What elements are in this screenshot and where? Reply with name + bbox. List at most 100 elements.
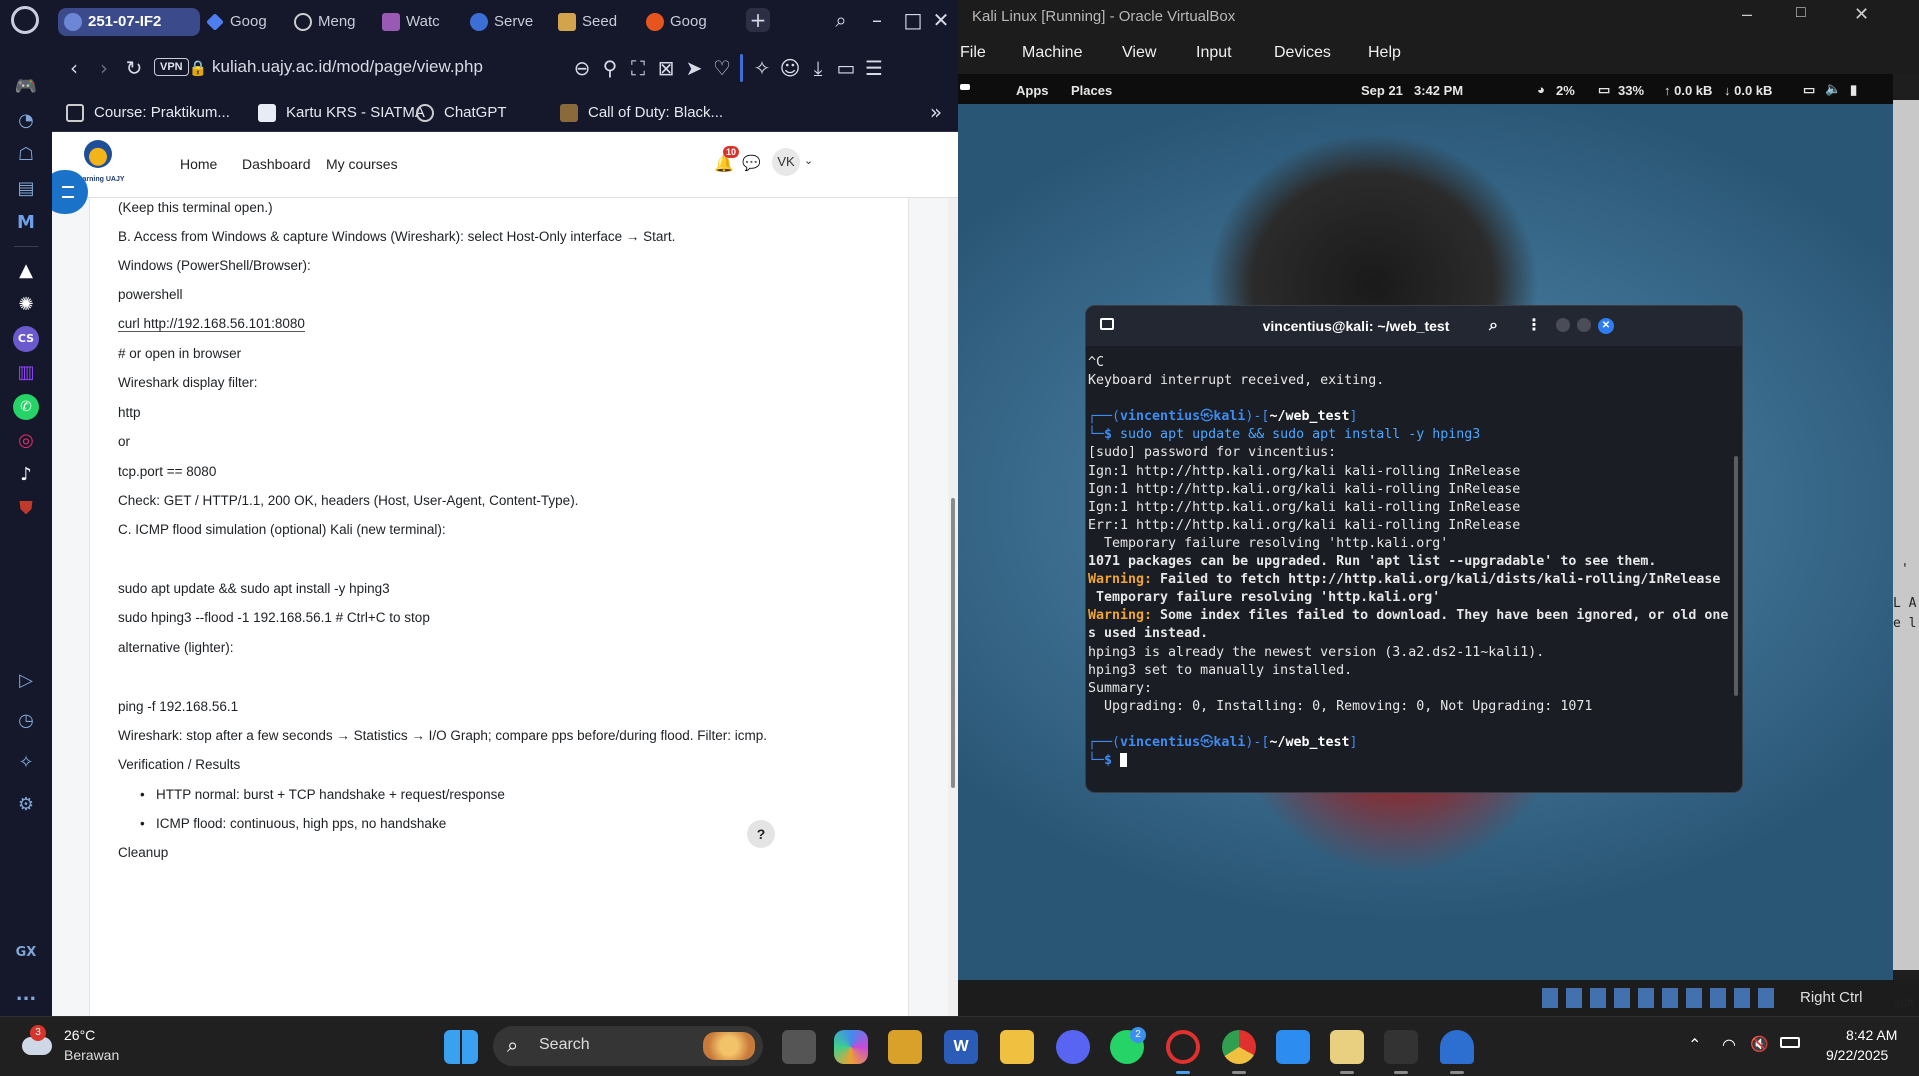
opera-logo-icon[interactable] — [11, 6, 39, 34]
help-button[interactable]: ? — [747, 820, 775, 848]
robot-icon[interactable]: ☖ — [13, 142, 39, 168]
maximize-icon[interactable]: □ — [901, 8, 925, 32]
clock-date[interactable]: 9/22/2025 — [1826, 1047, 1888, 1063]
search-tabs-icon[interactable]: ⌕ — [829, 8, 853, 32]
easy-setup-icon[interactable]: ☰ — [862, 56, 886, 80]
virtualbox-icon[interactable] — [1330, 1030, 1364, 1064]
chatgpt-icon[interactable]: ✺ — [13, 292, 39, 318]
vbox-close-icon[interactable]: ✕ — [1854, 4, 1869, 25]
history-icon[interactable]: ◷ — [13, 708, 39, 734]
nav-home[interactable]: Home — [180, 156, 217, 172]
tab-active[interactable]: 251-07-IF2 — [58, 8, 200, 36]
m-app-icon[interactable]: M — [13, 210, 39, 236]
task-view-icon[interactable] — [782, 1030, 816, 1064]
extensions-toolbar-icon[interactable]: ✧ — [750, 56, 774, 80]
terminal-search-icon[interactable]: ⌕ — [1489, 315, 1498, 335]
chrome-icon[interactable] — [1222, 1030, 1256, 1064]
kali-time[interactable]: 3:42 PM — [1414, 83, 1463, 98]
wireshark-taskbar-icon[interactable] — [1440, 1030, 1474, 1064]
clock-time[interactable]: 8:42 AM — [1846, 1027, 1897, 1043]
reload-icon[interactable]: ↻ — [122, 56, 146, 80]
player-icon[interactable]: ▷ — [13, 668, 39, 694]
volume-icon[interactable]: 🔈 — [1825, 81, 1841, 97]
gx-label[interactable]: GX — [13, 940, 39, 966]
search-box[interactable]: ⌕ Search — [493, 1026, 763, 1066]
terminal-output[interactable]: ^C Keyboard interrupt received, exiting. … — [1088, 354, 1728, 792]
tab[interactable]: Serve — [464, 8, 548, 36]
more-bookmarks-icon[interactable]: » — [924, 100, 948, 124]
menu-help[interactable]: Help — [1368, 44, 1401, 62]
kali-apps-menu[interactable]: Apps — [1016, 83, 1049, 98]
vscode-icon[interactable] — [1276, 1030, 1310, 1064]
windows-terminal-icon[interactable] — [1384, 1030, 1418, 1064]
vbox-minimize-icon[interactable]: – — [1742, 4, 1752, 25]
vpn-badge[interactable]: VPN — [154, 58, 189, 76]
display-icon[interactable]: ▭ — [1803, 82, 1815, 98]
terminal-maximize-icon[interactable] — [1577, 318, 1591, 332]
word-icon[interactable]: W — [944, 1030, 978, 1064]
scrollbar-thumb[interactable] — [951, 498, 955, 788]
drawer-toggle-button[interactable] — [52, 170, 88, 214]
terminal-scrollbar[interactable] — [1734, 456, 1738, 696]
menu-devices[interactable]: Devices — [1274, 44, 1331, 62]
menu-input[interactable]: Input — [1196, 44, 1232, 62]
kali-date[interactable]: Sep 21 — [1361, 83, 1403, 98]
close-icon[interactable]: ✕ — [929, 8, 953, 32]
tab[interactable]: Meng — [288, 8, 372, 36]
heart-icon[interactable]: ♡ — [710, 56, 734, 80]
file-explorer-icon[interactable] — [1000, 1030, 1034, 1064]
pin-icon[interactable]: ⚲ — [598, 56, 622, 80]
tab[interactable]: Goog — [640, 8, 724, 36]
page-scrollbar[interactable] — [948, 198, 958, 1016]
forward-icon[interactable]: › — [92, 56, 116, 80]
terminal-close-icon[interactable]: ✕ — [1598, 318, 1614, 334]
user-menu-chevron-icon[interactable]: ⌄ — [804, 154, 813, 167]
instagram-icon[interactable]: ◎ — [13, 428, 39, 454]
menu-view[interactable]: View — [1122, 44, 1156, 62]
wifi-icon[interactable]: ◠ — [1722, 1035, 1736, 1054]
bookmark-item[interactable]: Kartu KRS - SIATMA — [258, 102, 425, 124]
start-icon[interactable] — [444, 1030, 478, 1064]
content-link[interactable]: curl http://192.168.56.101:8080 — [118, 316, 305, 332]
adblock-icon[interactable]: ⊠ — [654, 56, 678, 80]
tray-overflow-icon[interactable]: ⌃ — [1688, 1035, 1701, 1055]
more-icon[interactable]: ... — [13, 982, 39, 1008]
vbox-status-icons[interactable] — [1542, 988, 1778, 1008]
nav-dashboard[interactable]: Dashboard — [242, 156, 311, 172]
tab[interactable]: Watc — [376, 8, 460, 36]
user-avatar[interactable]: VK — [772, 148, 800, 176]
twitch-tracker-icon[interactable]: ▤ — [13, 176, 39, 202]
artstation-icon[interactable]: ▲ — [13, 258, 39, 284]
speed-icon[interactable]: ◔ — [13, 108, 39, 134]
url-text[interactable]: kuliah.uajy.ac.id/mod/page/view.php — [212, 57, 483, 77]
download-icon[interactable]: ⤓ — [806, 56, 830, 80]
vbox-maximize-icon[interactable]: □ — [1796, 4, 1806, 22]
settings-icon[interactable]: ⚙ — [13, 792, 39, 818]
paint-app-icon[interactable] — [888, 1030, 922, 1064]
copilot-icon[interactable] — [834, 1030, 868, 1064]
games-icon[interactable]: 🎮 — [13, 74, 39, 100]
kali-menu-icon[interactable] — [960, 84, 970, 90]
tiktok-icon[interactable]: ♪ — [13, 462, 39, 488]
opera-gx-icon[interactable] — [1166, 1030, 1200, 1064]
profile-icon[interactable]: ☺ — [778, 56, 802, 80]
back-icon[interactable]: ‹ — [62, 56, 86, 80]
cs-app-icon[interactable]: CS — [13, 326, 39, 352]
twitch-icon[interactable]: ▥ — [13, 360, 39, 386]
bookmark-item[interactable]: Course: Praktikum... — [66, 102, 230, 124]
battery-icon[interactable]: ▮ — [1850, 82, 1857, 98]
extensions-icon[interactable]: ✧ — [13, 750, 39, 776]
bookmark-item[interactable]: ChatGPT — [416, 102, 507, 124]
menu-file[interactable]: File — [960, 44, 986, 62]
tab[interactable]: Goog — [200, 8, 284, 36]
menu-machine[interactable]: Machine — [1022, 44, 1082, 62]
minimize-icon[interactable]: – — [865, 8, 889, 32]
new-tab-icon[interactable]: + — [746, 8, 770, 32]
nav-my-courses[interactable]: My courses — [326, 156, 398, 172]
discord-icon[interactable] — [1056, 1030, 1090, 1064]
snapshot-icon[interactable]: ⛶ — [626, 56, 650, 80]
weather-widget[interactable]: 3 26°C Berawan — [18, 1025, 138, 1069]
muted-volume-icon[interactable]: 🔇 — [1750, 1035, 1769, 1053]
bookmark-item[interactable]: Call of Duty: Black... — [560, 102, 723, 124]
zoom-icon[interactable]: ⊖ — [570, 56, 594, 80]
